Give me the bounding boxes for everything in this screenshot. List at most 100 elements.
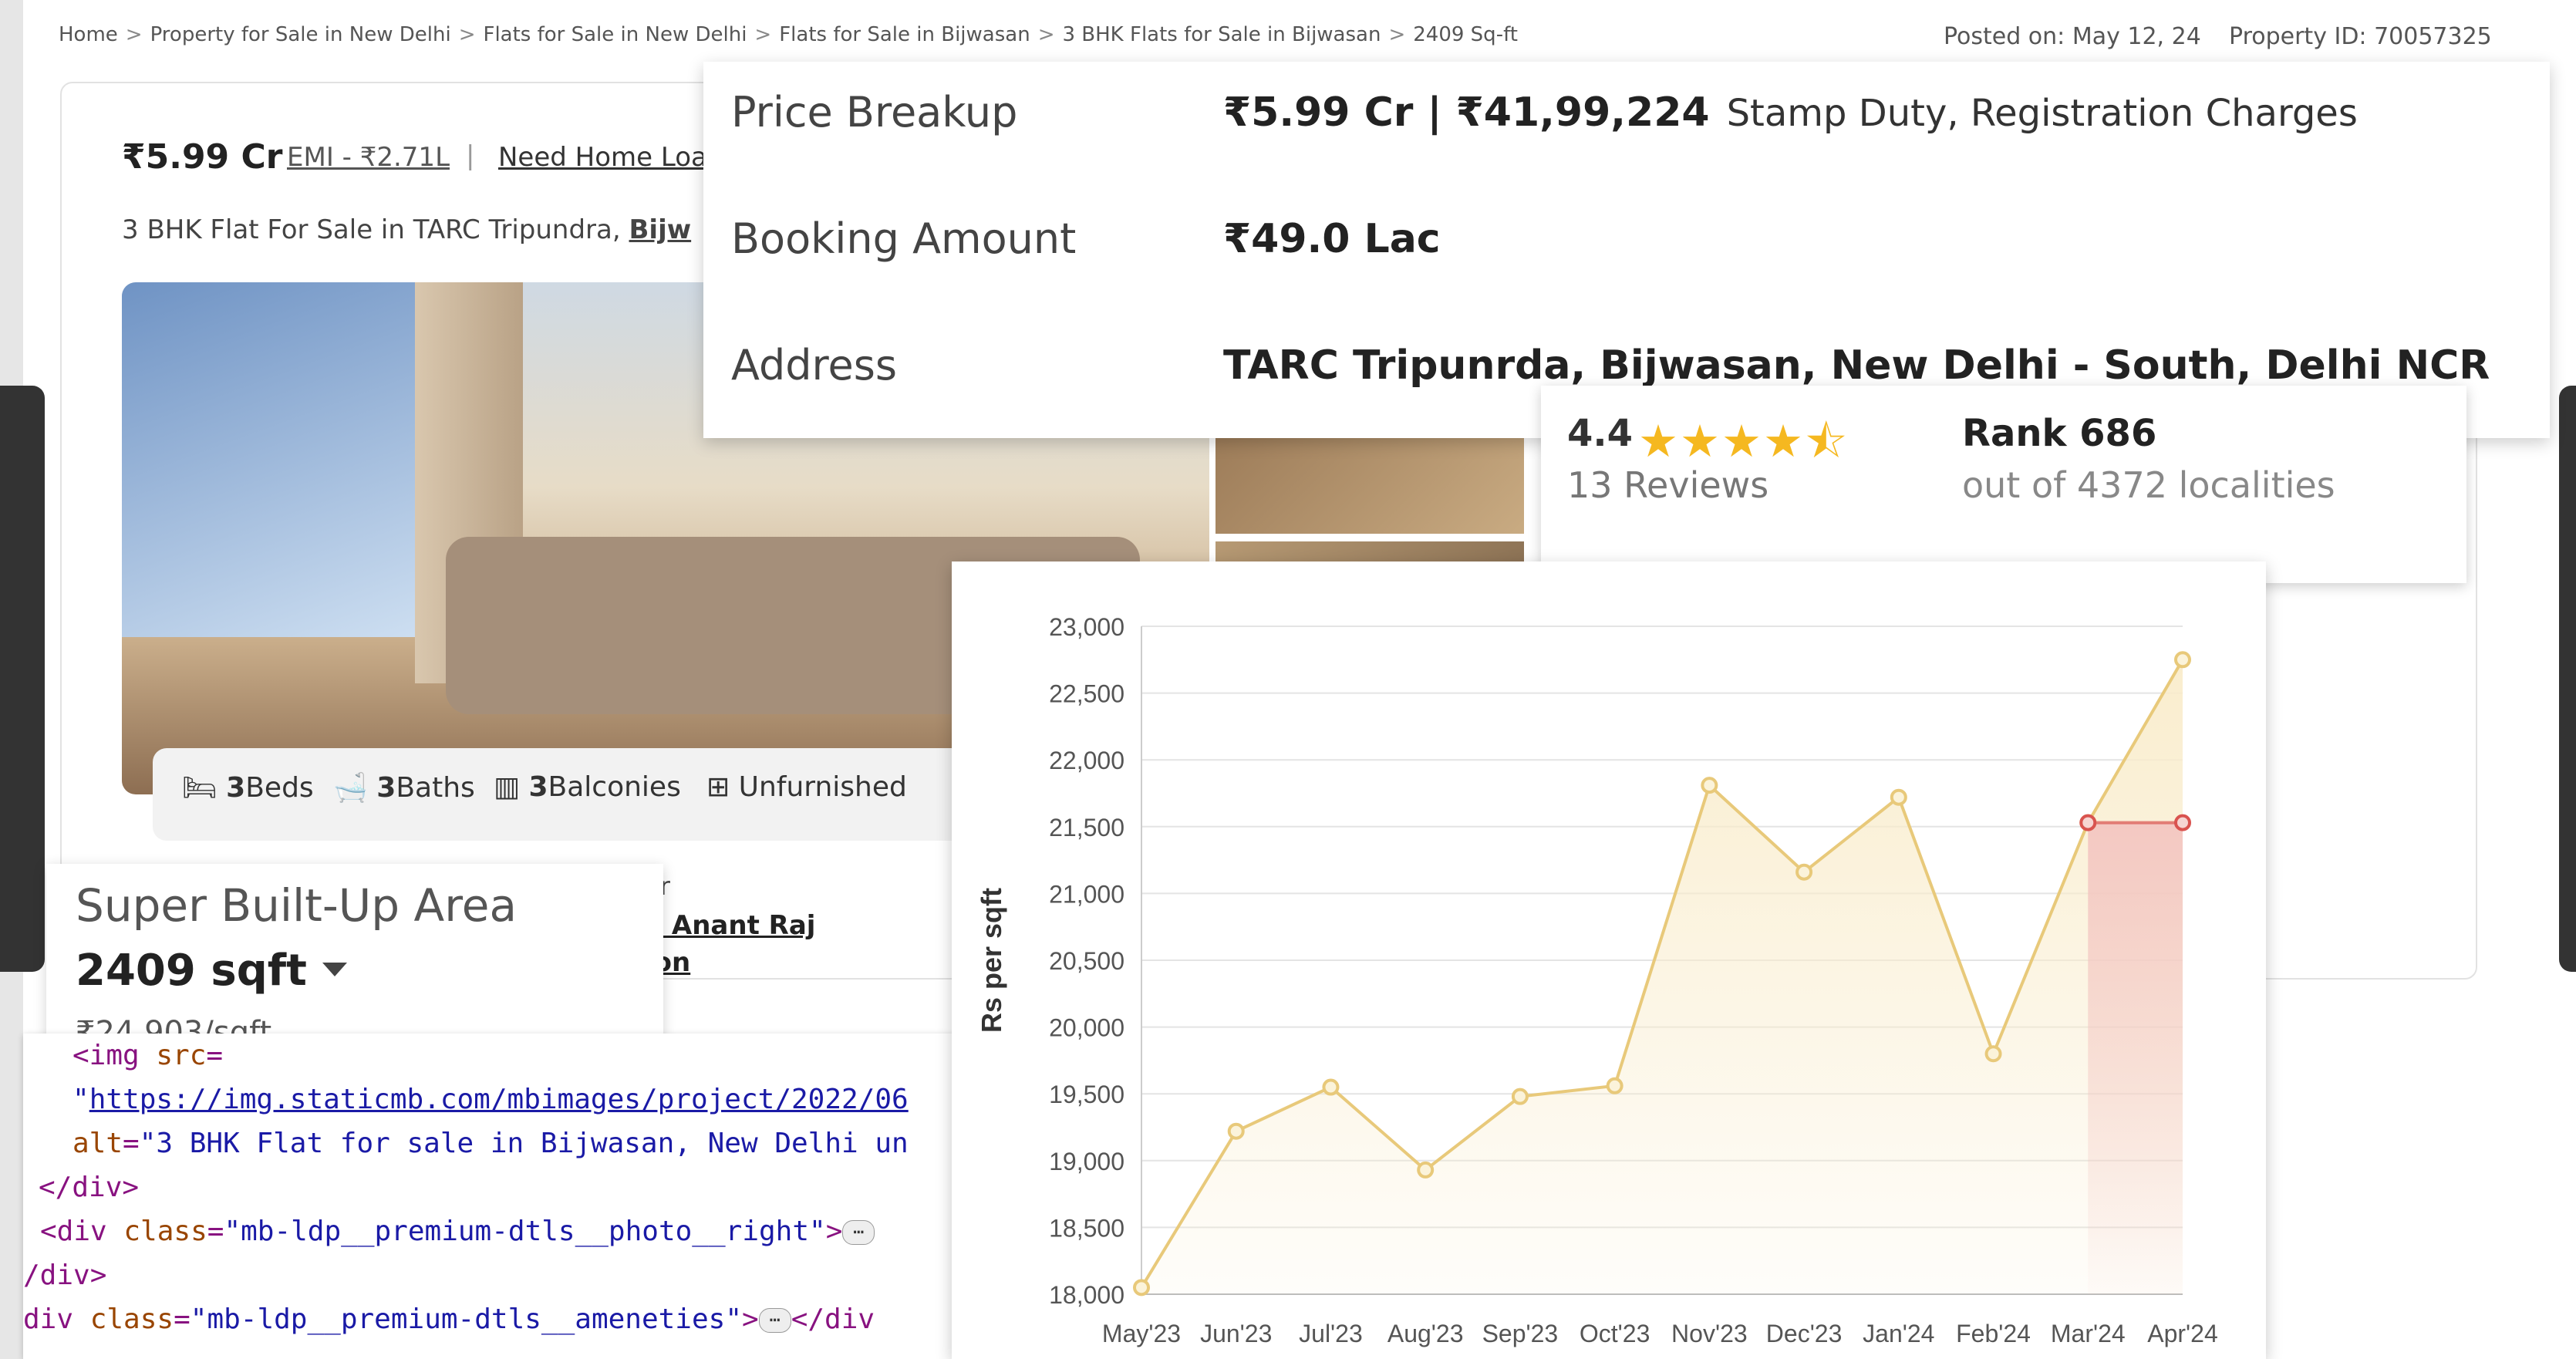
code-line[interactable]: <img src= xyxy=(72,1040,223,1071)
code-token: https://img.staticmb.com/mbimages/projec… xyxy=(89,1084,909,1115)
data-point[interactable] xyxy=(1984,1045,2002,1063)
y-axis-label: Rs per sqft xyxy=(976,888,1007,1033)
data-point[interactable] xyxy=(1795,863,1813,881)
breadcrumb-separator: > xyxy=(1388,23,1406,46)
code-line[interactable]: <div class="mb-ldp__premium-dtls__photo_… xyxy=(40,1216,875,1247)
reviews-count[interactable]: 13 Reviews xyxy=(1567,464,1768,506)
emi-link[interactable]: EMI - ₹2.71L xyxy=(287,142,450,173)
photo-window xyxy=(122,282,446,637)
forecast-point[interactable] xyxy=(2079,814,2097,831)
code-line[interactable]: "https://img.staticmb.com/mbimages/proje… xyxy=(72,1084,909,1115)
y-tick-label: 19,000 xyxy=(1049,1148,1124,1175)
breadcrumb-item[interactable]: Flats for Sale in Bijwasan xyxy=(779,23,1030,46)
data-point[interactable] xyxy=(1511,1088,1529,1105)
balcony-icon: ▥ xyxy=(494,771,521,803)
subtitle-text: 3 BHK Flat For Sale in TARC Tripundra, xyxy=(122,214,621,245)
x-tick-label: Dec'23 xyxy=(1766,1320,1843,1347)
breadcrumb-item[interactable]: Flats for Sale in New Delhi xyxy=(483,23,747,46)
forecast-point[interactable] xyxy=(2174,814,2191,831)
data-point[interactable] xyxy=(2174,651,2191,669)
expand-ellipsis-button[interactable]: ⋯ xyxy=(758,1308,791,1333)
amenity-beds: 🛏 3Beds xyxy=(182,772,314,804)
devtools-code-panel: <img src= "https://img.staticmb.com/mbima… xyxy=(23,1034,964,1359)
furnishing-icon: ⊞ xyxy=(706,771,730,803)
chevron-down-icon[interactable] xyxy=(322,963,347,976)
code-token: = xyxy=(206,1040,224,1071)
home-loan-link[interactable]: Need Home Loa xyxy=(498,142,707,173)
expand-ellipsis-button[interactable]: ⋯ xyxy=(842,1220,875,1245)
amenity-baths: 🛁 3Baths xyxy=(333,772,475,804)
code-line[interactable]: alt="3 BHK Flat for sale in Bijwasan, Ne… xyxy=(72,1128,909,1159)
right-panel-handle[interactable] xyxy=(2559,386,2576,972)
developer-link[interactable]: e Anant Raj xyxy=(645,910,815,941)
code-token: </div> xyxy=(39,1172,140,1203)
locality-rating-card: 4.4 ★★★★⯪ 13 Reviews Rank 686 out of 437… xyxy=(1541,386,2466,583)
code-line[interactable]: </div> xyxy=(39,1172,139,1203)
breadcrumb-separator: > xyxy=(458,23,476,46)
data-point[interactable] xyxy=(1890,788,1907,806)
x-tick-label: Oct'23 xyxy=(1580,1320,1650,1347)
booking-amount-label: Booking Amount xyxy=(731,214,1077,263)
locality-link[interactable]: Bijw xyxy=(629,214,692,245)
y-tick-label: 21,500 xyxy=(1049,814,1124,841)
address-value: TARC Tripunrda, Bijwasan, New Delhi - So… xyxy=(1223,342,2490,389)
listing-price: ₹5.99 Cr xyxy=(122,137,283,177)
left-panel-handle[interactable] xyxy=(0,386,45,972)
breadcrumb-separator: > xyxy=(1037,23,1055,46)
code-token: class xyxy=(89,1303,174,1335)
breadcrumb-item[interactable]: 3 BHK Flats for Sale in Bijwasan xyxy=(1062,23,1381,46)
y-tick-label: 22,500 xyxy=(1049,680,1124,708)
x-tick-label: Feb'24 xyxy=(1956,1320,2031,1347)
divider: | xyxy=(466,140,475,171)
booking-amount-value: ₹49.0 Lac xyxy=(1223,216,1441,262)
code-token: = xyxy=(174,1303,191,1335)
x-tick-label: Jul'23 xyxy=(1299,1320,1363,1347)
breadcrumb-separator: > xyxy=(754,23,772,46)
code-token: <div xyxy=(40,1216,124,1247)
code-line[interactable]: /div> xyxy=(23,1260,106,1291)
bath-icon: 🛁 xyxy=(333,772,368,804)
code-token: "mb-ldp__premium-dtls__ameneties" xyxy=(190,1303,743,1335)
x-tick-label: Aug'23 xyxy=(1387,1320,1464,1347)
chart-svg: 18,000 18,500 19,000 19,500 20,000 20,500 21,0… xyxy=(976,613,2218,1347)
breadcrumb: Home > Property for Sale in New Delhi > Flat… xyxy=(59,23,1518,46)
property-id: Property ID: 70057325 xyxy=(2229,23,2492,50)
data-point[interactable] xyxy=(1227,1122,1245,1140)
code-token: src xyxy=(156,1040,207,1071)
amenity-furnishing: ⊞ Unfurnished xyxy=(706,771,907,803)
data-point[interactable] xyxy=(1133,1279,1150,1297)
code-token: " xyxy=(72,1084,89,1115)
y-tick-label: 18,000 xyxy=(1049,1281,1124,1309)
price-breakup-label: Price Breakup xyxy=(731,88,1018,137)
data-point[interactable] xyxy=(1606,1077,1623,1094)
bed-icon: 🛏 xyxy=(182,772,217,804)
code-token: div xyxy=(23,1303,90,1335)
y-tick-label: 19,500 xyxy=(1049,1081,1124,1108)
address-label: Address xyxy=(731,341,898,389)
code-token: = xyxy=(123,1128,140,1159)
posted-date: Posted on: May 12, 24 xyxy=(1944,23,2201,50)
breadcrumb-separator: > xyxy=(125,23,143,46)
data-point[interactable] xyxy=(1701,777,1718,794)
rating-score: 4.4 xyxy=(1567,412,1634,455)
data-point[interactable] xyxy=(1417,1161,1435,1179)
area-card: Super Built-Up Area 2409 sqft ₹24,903/sq… xyxy=(46,864,663,1043)
price-trend-chart: 18,000 18,500 19,000 19,500 20,000 20,500 21,0… xyxy=(952,561,2266,1359)
price-breakup-card: Price Breakup ₹5.99 Cr | ₹41,99,224 Stamp… xyxy=(703,62,2550,438)
code-token: = xyxy=(207,1216,224,1247)
y-tick-label: 18,500 xyxy=(1049,1214,1124,1242)
x-tick-label: Jun'23 xyxy=(1200,1320,1272,1347)
code-line[interactable]: div class="mb-ldp__premium-dtls__ameneti… xyxy=(23,1303,875,1335)
code-token: "3 BHK Flat for sale in Bijwasan, New De… xyxy=(139,1128,909,1159)
x-tick-label: Jan'24 xyxy=(1863,1320,1934,1347)
breadcrumb-item[interactable]: Home xyxy=(59,23,118,46)
breadcrumb-item[interactable]: Property for Sale in New Delhi xyxy=(150,23,451,46)
forecast-area xyxy=(2088,822,2183,1294)
x-tick-label: Sep'23 xyxy=(1482,1320,1559,1347)
price-breakup-note: Stamp Duty, Registration Charges xyxy=(1726,92,2358,135)
x-tick-label: Nov'23 xyxy=(1671,1320,1748,1347)
y-tick-label: 23,000 xyxy=(1049,613,1124,641)
data-point[interactable] xyxy=(1322,1078,1340,1096)
breadcrumb-item: 2409 Sq-ft xyxy=(1413,23,1518,46)
price-breakup-value: ₹5.99 Cr | ₹41,99,224 Stamp Duty, Registr… xyxy=(1223,89,2358,136)
